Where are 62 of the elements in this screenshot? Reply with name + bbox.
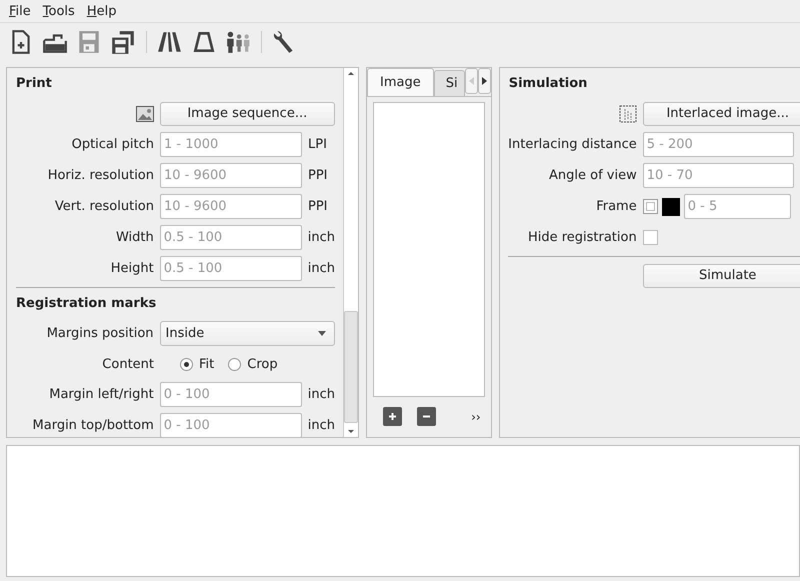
scrollbar[interactable] <box>343 68 358 437</box>
checkbox[interactable] <box>642 199 658 214</box>
checkbox[interactable] <box>642 230 658 245</box>
unit-label: PPI <box>308 199 328 214</box>
field-label: Horiz. resolution <box>46 168 154 183</box>
field-label: Hide registration <box>526 230 637 245</box>
field-label: Margin top/bottom <box>32 418 154 433</box>
input-field[interactable]: 0 - 100 <box>160 413 302 437</box>
simulate-button[interactable]: Simulate <box>642 264 800 288</box>
unit-label: inch <box>308 261 335 276</box>
input-field[interactable]: 10 - 70 <box>642 163 794 188</box>
field-label: Interlacing distance <box>508 137 637 152</box>
unit-label: PPI <box>308 168 328 183</box>
input-field[interactable]: 0.5 - 100 <box>160 225 302 250</box>
people-icon[interactable] <box>225 29 251 55</box>
input-field[interactable]: 10 - 9600 <box>160 163 302 188</box>
unit-label: LPI <box>308 137 327 152</box>
interlaced-image-button[interactable]: Interlaced image... <box>642 102 800 126</box>
image-sequence-button[interactable]: Image sequence... <box>160 102 335 126</box>
input-field[interactable]: 1 - 1000 <box>160 132 302 157</box>
margins-dropdown[interactable]: Inside <box>160 321 335 346</box>
input-field[interactable]: 0 - 5 <box>684 194 791 219</box>
field-label: Width <box>114 230 154 245</box>
field-label: Angle of view <box>548 168 637 183</box>
field-label: Optical pitch <box>70 137 154 152</box>
section-title: Simulation <box>508 75 588 93</box>
field-label: Margins position <box>46 326 154 341</box>
more-button[interactable]: ›› <box>471 410 481 424</box>
menu-item[interactable]: Tools <box>36 4 81 18</box>
field-label: Vert. resolution <box>54 199 154 214</box>
input-field[interactable]: 0 - 100 <box>160 382 302 407</box>
input-field[interactable]: 5 - 200 <box>642 132 794 157</box>
add-icon[interactable] <box>383 407 402 426</box>
unit-label: inch <box>308 230 335 245</box>
section-title: Print <box>16 75 53 93</box>
menu-item[interactable]: File <box>3 4 37 18</box>
section-title: Registration marks <box>16 295 158 313</box>
field-label: Content <box>101 356 154 372</box>
remove-icon[interactable] <box>417 407 436 426</box>
tab[interactable]: Image <box>367 68 434 96</box>
field-label: Frame <box>595 199 637 214</box>
right-arrow-icon <box>482 77 487 85</box>
input-field[interactable]: 0.5 - 100 <box>160 256 302 281</box>
dropdown-arrow-icon <box>318 331 326 336</box>
field-label: Margin left/right <box>48 387 154 402</box>
radio-label: Fit <box>199 356 214 372</box>
radio-button[interactable] <box>228 358 242 370</box>
left-arrow-icon <box>468 77 474 85</box>
image-icon <box>136 106 154 122</box>
unit-label: inch <box>308 418 335 433</box>
trapezoid-icon[interactable] <box>191 29 217 55</box>
tab[interactable]: Si <box>434 70 465 96</box>
unit-label: inch <box>308 387 335 402</box>
save-as-icon[interactable] <box>110 29 136 55</box>
input-field[interactable]: 10 - 9600 <box>160 194 302 219</box>
field-label: Height <box>110 261 154 276</box>
radio-label: Crop <box>247 356 278 372</box>
radio-button[interactable] <box>180 358 193 370</box>
menu-item[interactable]: Help <box>80 4 122 18</box>
color-swatch[interactable] <box>662 198 680 216</box>
interlace-icon <box>618 104 637 122</box>
scroll-right-button[interactable] <box>478 68 491 94</box>
